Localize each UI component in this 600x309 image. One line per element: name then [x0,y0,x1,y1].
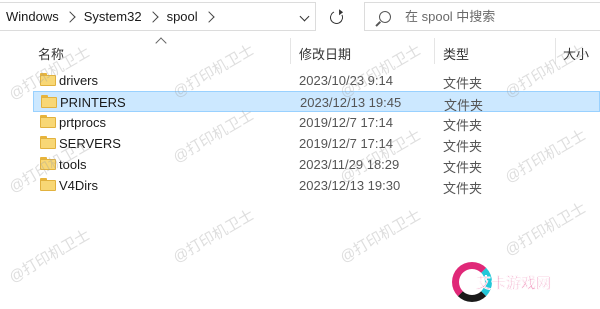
refresh-button[interactable] [320,4,352,30]
folder-icon [40,73,56,86]
folder-icon [40,115,56,128]
column-modified[interactable]: 修改日期 [299,44,351,63]
file-modified: 2023/11/29 18:29 [299,157,400,172]
column-header: 名称 修改日期 类型 大小 [0,37,600,64]
file-type: 文件夹 [443,76,483,91]
file-name: tools [59,157,87,172]
file-row[interactable]: V4Dirs 2023/12/13 19:30 文件夹 [33,175,600,196]
refresh-icon [327,8,345,26]
column-divider[interactable] [290,38,291,64]
file-name: prtprocs [59,115,106,130]
breadcrumb-label: spool [166,9,198,24]
file-modified: 2023/12/13 19:45 [300,95,402,110]
breadcrumb-label: Windows [6,9,59,24]
logo-text: 艾卡游戏网 [476,274,552,292]
column-divider[interactable] [555,38,556,64]
breadcrumb-spool[interactable]: spool [167,9,198,24]
column-name[interactable]: 名称 [38,44,64,63]
file-type: 文件夹 [443,160,483,175]
file-name: drivers [59,73,99,88]
breadcrumb-windows[interactable]: Windows [6,9,59,24]
address-history-dropdown[interactable] [293,10,315,26]
folder-icon [40,136,56,149]
file-row[interactable]: drivers 2023/10/23 9:14 文件夹 [33,70,600,91]
file-name: SERVERS [59,136,121,151]
chevron-down-icon [299,11,309,21]
file-type: 文件夹 [443,118,483,133]
file-modified: 2023/10/23 9:14 [299,73,393,88]
site-logo: 艾卡游戏网 [448,258,552,306]
folder-icon [40,178,56,191]
file-row[interactable]: SERVERS 2019/12/7 17:14 文件夹 [33,133,600,154]
watermark-text: @打印机卫士 [337,206,424,267]
folder-icon [41,95,57,108]
breadcrumb-system32[interactable]: System32 [84,9,142,24]
watermark-text: @打印机卫士 [502,199,589,260]
file-name: PRINTERS [60,95,126,110]
file-modified: 2019/12/7 17:14 [299,115,393,130]
file-row[interactable]: tools 2023/11/29 18:29 文件夹 [33,154,600,175]
watermark-text: @打印机卫士 [170,206,257,267]
column-divider[interactable] [434,38,435,64]
file-modified: 2019/12/7 17:14 [299,136,393,151]
file-name: V4Dirs [59,178,99,193]
file-modified: 2023/12/13 19:30 [299,178,401,193]
file-row-selected[interactable]: PRINTERS 2023/12/13 19:45 文件夹 [33,91,600,113]
folder-icon [40,157,56,170]
file-type: 文件夹 [443,139,483,154]
column-type[interactable]: 类型 [443,44,469,63]
chevron-right-icon[interactable] [202,10,215,23]
column-size[interactable]: 大小 [563,44,589,63]
search-icon [379,10,391,23]
breadcrumb-label: System32 [83,9,142,24]
search-input[interactable] [405,9,585,24]
toolbar: Windows System32 spool [0,0,600,34]
chevron-right-icon[interactable] [64,10,76,23]
address-bar[interactable]: Windows System32 spool [0,2,316,31]
file-type: 文件夹 [443,181,483,196]
file-row[interactable]: prtprocs 2019/12/7 17:14 文件夹 [33,112,600,133]
sort-ascending-icon [155,37,167,49]
watermark-text: @打印机卫士 [6,226,93,287]
chevron-right-icon[interactable] [146,10,159,23]
search-box[interactable] [364,2,600,31]
